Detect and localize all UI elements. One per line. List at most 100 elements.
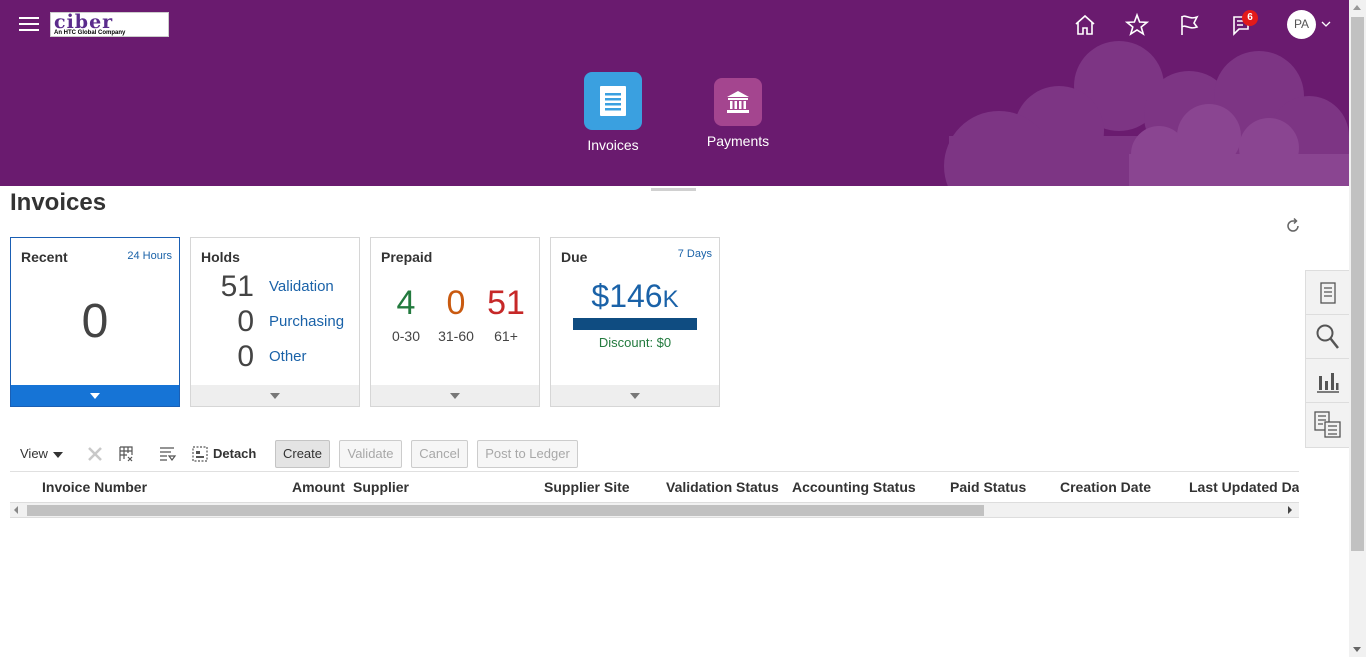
navigator-menu-button[interactable] — [19, 17, 39, 33]
company-logo[interactable]: ciber An HTC Global Company — [50, 12, 169, 37]
view-menu[interactable]: View — [20, 440, 63, 468]
holds-label[interactable]: Other — [269, 348, 307, 365]
side-tasks-button[interactable] — [1306, 271, 1350, 315]
column-header-supplier-site[interactable]: Supplier Site — [544, 479, 630, 495]
due-discount: Discount: $0 — [598, 335, 672, 350]
holds-row-validation[interactable]: 51 Validation — [191, 270, 359, 303]
caret-down-icon — [52, 451, 63, 458]
user-avatar[interactable]: PA — [1287, 10, 1316, 39]
logo-tagline: An HTC Global Company — [54, 30, 126, 36]
column-header-validation-status[interactable]: Validation Status — [666, 479, 779, 495]
column-header-amount[interactable]: Amount — [292, 479, 345, 495]
holds-count: 51 — [220, 270, 254, 303]
analytics-icon — [1317, 372, 1339, 393]
caret-down-icon — [630, 393, 640, 399]
side-reports-button[interactable] — [1306, 403, 1350, 447]
prepaid-count-0-30[interactable]: 4 — [381, 284, 431, 323]
post-to-ledger-button[interactable]: Post to Ledger — [477, 440, 578, 468]
column-header-paid-status[interactable]: Paid Status — [950, 479, 1026, 495]
side-analytics-button[interactable] — [1306, 359, 1350, 403]
card-subtitle: 24 Hours — [127, 250, 172, 262]
create-button[interactable]: Create — [275, 440, 330, 468]
header-banner: ciber An HTC Global Company 6 PA Invoice… — [0, 0, 1349, 186]
freeze-columns-icon[interactable] — [118, 445, 136, 463]
cancel-button[interactable]: Cancel — [411, 440, 468, 468]
caret-down-icon — [450, 393, 460, 399]
hamburger-icon — [19, 17, 39, 19]
column-header-creation-date[interactable]: Creation Date — [1060, 479, 1151, 495]
column-header-invoice-number[interactable]: Invoice Number — [42, 479, 147, 495]
flag-icon[interactable] — [1176, 12, 1202, 38]
wrap-icon[interactable] — [159, 445, 177, 463]
app-tile-payments-square — [714, 78, 762, 126]
tasks-icon — [1320, 281, 1336, 304]
holds-row-other[interactable]: 0 Other — [191, 340, 359, 373]
scroll-up-icon[interactable] — [1353, 5, 1361, 10]
app-tile-invoices[interactable]: Invoices — [553, 72, 673, 153]
side-search-button[interactable] — [1306, 315, 1350, 359]
prepaid-count-61-plus[interactable]: 51 — [481, 284, 531, 323]
due-amount-value: $146 — [591, 278, 663, 314]
chevron-down-icon[interactable] — [1320, 18, 1332, 30]
column-header-accounting-status[interactable]: Accounting Status — [792, 479, 916, 495]
due-amount[interactable]: $146K — [551, 278, 719, 315]
app-tile-label: Payments — [706, 133, 770, 149]
prepaid-range: 61+ — [494, 328, 518, 344]
scroll-right-icon[interactable] — [1288, 506, 1292, 514]
column-header-supplier[interactable]: Supplier — [353, 479, 409, 495]
cloud-decoration — [944, 41, 1349, 186]
detach-button[interactable]: Detach — [213, 440, 256, 468]
caret-down-icon — [270, 393, 280, 399]
card-prepaid[interactable]: Prepaid 4 0 51 0-30 31-60 61+ — [370, 237, 540, 407]
logo-wordmark: ciber — [54, 11, 114, 33]
holds-label[interactable]: Purchasing — [269, 313, 344, 330]
search-icon — [1316, 324, 1339, 349]
app-tile-invoices-square — [584, 72, 642, 130]
card-expand-bar[interactable] — [551, 385, 719, 406]
bank-icon — [727, 91, 749, 113]
due-amount-suffix: K — [662, 286, 679, 313]
app-tile-payments[interactable]: Payments — [678, 78, 798, 149]
holds-count: 0 — [237, 305, 254, 338]
caret-down-icon — [90, 393, 100, 399]
prepaid-count-31-60[interactable]: 0 — [431, 284, 481, 323]
card-holds[interactable]: Holds 51 Validation 0 Purchasing 0 Other — [190, 237, 360, 407]
horizontal-scrollbar[interactable] — [10, 502, 1299, 518]
due-amount-bar — [573, 318, 697, 330]
reports-icon — [1314, 411, 1341, 438]
table-header-divider — [10, 471, 1299, 472]
home-icon[interactable] — [1072, 12, 1098, 38]
side-panel — [1305, 270, 1350, 448]
star-icon[interactable] — [1124, 12, 1150, 38]
page-title: Invoices — [10, 189, 107, 216]
column-header-last-updated-date[interactable]: Last Updated Date — [1189, 479, 1299, 495]
card-recent[interactable]: Recent 24 Hours 0 — [10, 237, 180, 407]
prepaid-range: 31-60 — [438, 328, 474, 344]
notification-count-badge: 6 — [1242, 10, 1258, 26]
horizontal-scroll-thumb[interactable] — [27, 505, 984, 516]
card-due[interactable]: Due 7 Days $146K Discount: $0 — [550, 237, 720, 407]
springboard-collapse-handle[interactable] — [651, 188, 696, 191]
app: ciber An HTC Global Company 6 PA Invoice… — [0, 0, 1366, 657]
detach-icon[interactable] — [191, 445, 209, 463]
view-menu-label: View — [20, 446, 48, 461]
card-expand-bar[interactable] — [371, 385, 539, 406]
card-expand-bar[interactable] — [11, 385, 179, 406]
refresh-icon[interactable] — [1284, 217, 1302, 235]
scroll-down-icon[interactable] — [1353, 647, 1361, 652]
validate-button[interactable]: Validate — [339, 440, 402, 468]
holds-row-purchasing[interactable]: 0 Purchasing — [191, 305, 359, 338]
document-icon — [600, 86, 626, 116]
card-title: Recent — [21, 249, 68, 265]
card-title: Prepaid — [381, 249, 433, 265]
card-expand-bar[interactable] — [191, 385, 359, 406]
vertical-scrollbar[interactable] — [1349, 0, 1366, 657]
scroll-left-icon[interactable] — [14, 506, 18, 514]
vertical-scroll-thumb[interactable] — [1351, 17, 1364, 551]
column-header-clip: Last Updated Date — [1189, 479, 1299, 497]
card-subtitle: 7 Days — [677, 248, 712, 260]
holds-label[interactable]: Validation — [269, 278, 334, 295]
recent-count: 0 — [81, 295, 109, 348]
card-title: Due — [561, 249, 588, 265]
delete-icon[interactable] — [86, 445, 104, 463]
